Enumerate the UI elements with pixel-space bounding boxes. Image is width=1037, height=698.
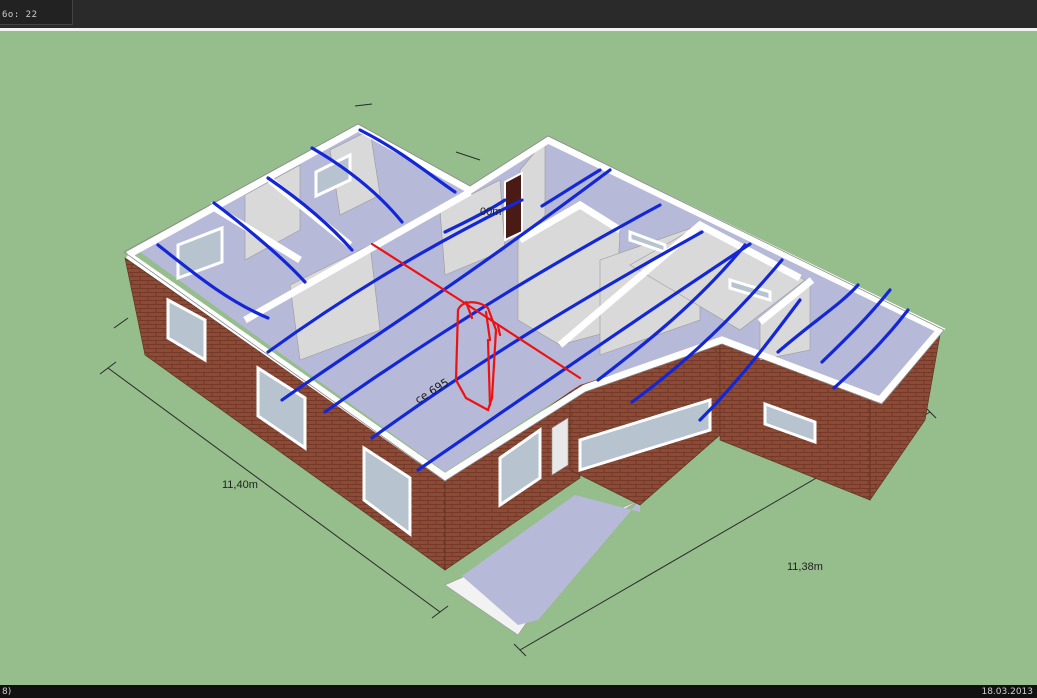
dimension-inner-label: 00m [480,206,501,218]
house-model-drawing: 11,40m 11,38m 00m ce 695 [99,103,946,657]
measurement-field-label: 6o: 22 [2,10,38,20]
measurement-field[interactable]: 6o: 22 [0,0,73,25]
dimension-front-label: 11,40m [222,479,258,491]
3d-model-viewport[interactable]: 11,40m 11,38m 00m ce 695 [0,31,1037,685]
front-opening [551,417,569,476]
dimension-right-label: 11,38m [787,561,823,573]
status-left-text: 8) [2,687,12,697]
status-date: 18.03.2013 [981,687,1033,697]
top-toolbar: 6o: 22 [0,0,1037,29]
status-bar: 8) 18.03.2013 [0,685,1037,698]
